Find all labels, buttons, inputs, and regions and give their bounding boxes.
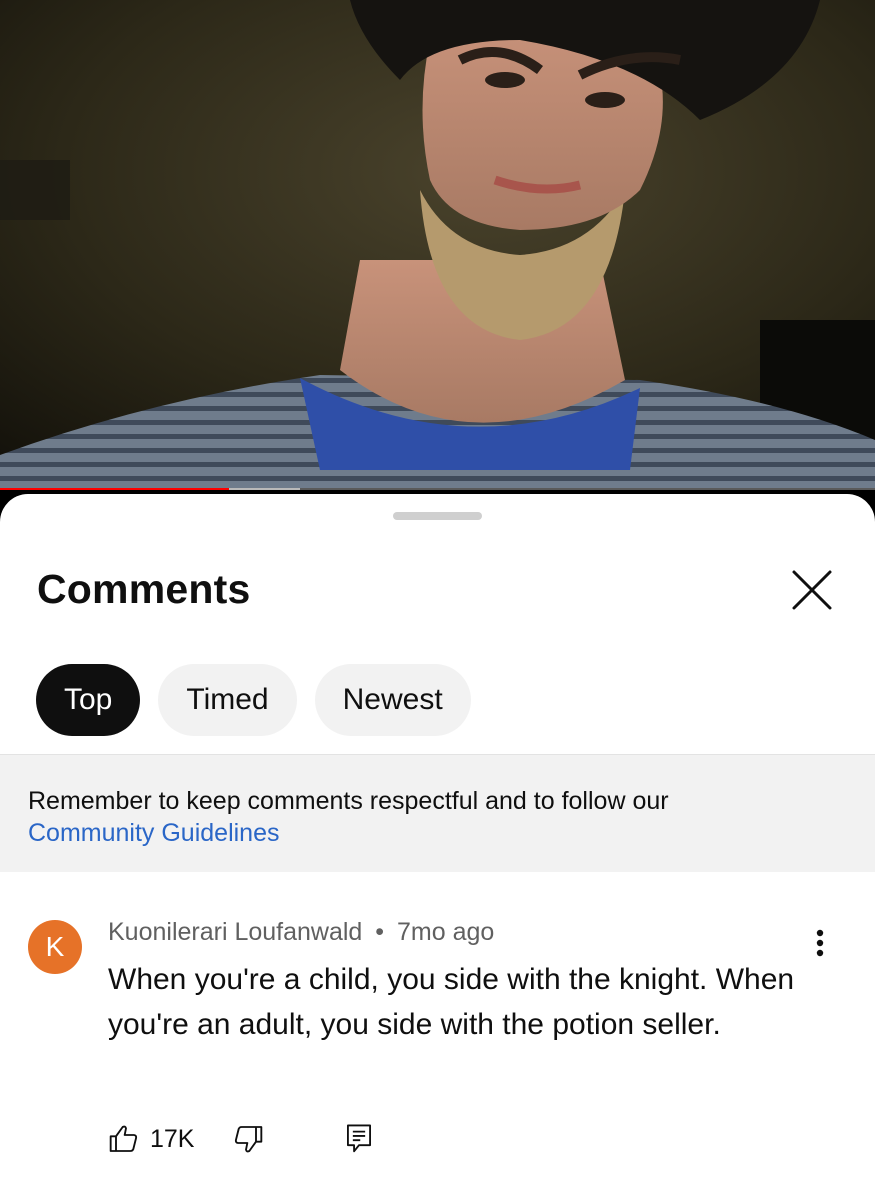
community-guidelines-link[interactable]: Community Guidelines (28, 817, 280, 849)
chip-top[interactable]: Top (36, 664, 141, 736)
avatar[interactable]: K (28, 920, 82, 974)
reply-icon (347, 1124, 372, 1153)
video-frame (0, 0, 875, 490)
drag-handle[interactable] (393, 512, 482, 520)
progress-bar[interactable] (0, 488, 875, 490)
more-vert-icon (816, 929, 824, 957)
comment-meta: Kuonilerari Loufanwald • 7mo ago (108, 918, 494, 947)
video-player[interactable] (0, 0, 875, 490)
guidelines-notice: Remember to keep comments respectful and… (0, 754, 875, 872)
like-count: 17K (150, 1124, 195, 1153)
comment-actions: 17K (108, 1119, 374, 1159)
chip-timed[interactable]: Timed (158, 664, 297, 736)
reply-button[interactable] (344, 1123, 374, 1155)
notice-text: Remember to keep comments respectful and… (28, 787, 669, 815)
comment-item: K Kuonilerari Loufanwald • 7mo ago When … (0, 871, 875, 1200)
comment-author[interactable]: Kuonilerari Loufanwald (108, 918, 362, 946)
comment-time: 7mo ago (397, 918, 495, 946)
comments-sheet: Comments Top Timed Newest Remember to ke… (0, 494, 875, 1200)
like-button[interactable]: 17K (108, 1123, 194, 1155)
sort-chips: Top Timed Newest (36, 664, 471, 736)
chip-newest[interactable]: Newest (314, 664, 471, 736)
close-icon (792, 570, 832, 610)
comments-title: Comments (37, 566, 251, 612)
comment-text: When you're a child, you side with the k… (108, 963, 795, 1041)
close-button[interactable] (786, 564, 838, 616)
dislike-button[interactable] (232, 1123, 264, 1155)
thumbs-down-icon (235, 1126, 263, 1153)
meta-separator: • (375, 918, 385, 946)
progress-played (0, 488, 230, 490)
thumbs-up-icon (109, 1125, 138, 1152)
